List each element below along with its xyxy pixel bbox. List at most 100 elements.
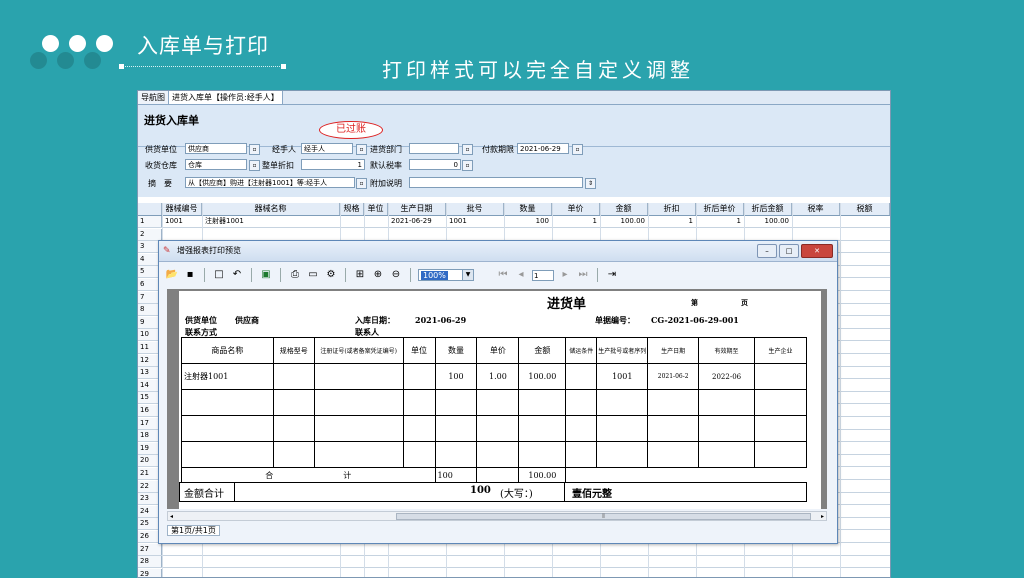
th: 注册证号(或者备案凭证编号) xyxy=(313,337,404,364)
warehouse-field[interactable]: 仓库 xyxy=(185,159,247,170)
last-page-icon[interactable]: ⏭ xyxy=(576,268,590,282)
supplier-value: 供应商 xyxy=(235,315,259,325)
discount-field[interactable]: 1 xyxy=(301,159,365,170)
page-number-input[interactable]: 1 xyxy=(532,269,554,281)
supplier-lookup-icon[interactable]: ▫ xyxy=(249,144,260,155)
status-bar: 第1页/共1页 xyxy=(167,525,220,537)
col-header[interactable]: 金额 xyxy=(600,203,648,215)
page-setup-icon[interactable]: ▭ xyxy=(306,268,320,282)
grid-cell[interactable]: 1 xyxy=(699,216,741,227)
grid-corner xyxy=(138,203,162,215)
col-header[interactable]: 折扣 xyxy=(648,203,696,215)
dept-field[interactable] xyxy=(409,143,459,154)
summary-lookup-icon[interactable]: ▫ xyxy=(356,178,367,189)
printer-icon[interactable]: ⎙ xyxy=(288,268,302,282)
grid-cell[interactable]: 100 xyxy=(507,216,549,227)
note-expand-icon[interactable]: ⇕ xyxy=(585,178,596,189)
col-header[interactable]: 税率 xyxy=(792,203,840,215)
col-header[interactable]: 器械名称 xyxy=(202,203,340,215)
exit-icon[interactable]: ⇥ xyxy=(605,268,619,282)
handler-lookup-icon[interactable]: ▫ xyxy=(356,144,367,155)
scroll-left-icon[interactable]: ◂ xyxy=(170,512,173,521)
export-excel-icon[interactable]: ▣ xyxy=(259,268,273,282)
amount-sum-box: 金额合计 100 (大写：) 壹佰元整 xyxy=(179,482,807,502)
title-underline xyxy=(119,64,286,69)
zoom-in-icon[interactable]: ⊕ xyxy=(371,268,385,282)
td xyxy=(565,363,598,390)
undo-icon[interactable]: ↶ xyxy=(230,268,244,282)
grid-cell[interactable]: 1001 xyxy=(449,216,501,227)
dept-lookup-icon[interactable]: ▫ xyxy=(462,144,473,155)
scroll-thumb[interactable]: ⦀ xyxy=(396,513,811,520)
td xyxy=(272,363,315,390)
grid-cell[interactable] xyxy=(843,216,887,227)
col-header[interactable]: 单价 xyxy=(552,203,600,215)
save-icon[interactable]: ▪ xyxy=(183,268,197,282)
maximize-button[interactable]: □ xyxy=(779,244,799,258)
note-field[interactable] xyxy=(409,177,583,188)
table-row[interactable]: 1 1001 注射器1001 2021-06-29 1001 100 1 100.00 1 1 10… xyxy=(138,216,890,228)
handler-label: 经手人 xyxy=(272,145,296,154)
dialog-titlebar: ✎ 增强报表打印预览 – □ ✕ xyxy=(159,241,837,262)
col-header[interactable]: 税额 xyxy=(840,203,890,215)
tab-purchase-receipt[interactable]: 进货入库单【操作员:经手人】 xyxy=(169,91,283,104)
col-header[interactable]: 折后单价 xyxy=(696,203,744,215)
tax-spinner-icon[interactable]: ▫ xyxy=(462,160,473,171)
first-page-icon[interactable]: ⏮ xyxy=(496,268,510,282)
grid-cell[interactable]: 100.00 xyxy=(603,216,646,227)
grid-cell[interactable]: 1 xyxy=(651,216,693,227)
scroll-right-icon[interactable]: ▸ xyxy=(821,512,824,521)
close-button[interactable]: ✕ xyxy=(801,244,833,258)
col-header[interactable]: 折后金额 xyxy=(744,203,792,215)
td xyxy=(402,363,436,390)
amount-sum-value: 100 xyxy=(470,485,491,496)
table-row[interactable]: 27 xyxy=(138,543,890,556)
grid-cell[interactable] xyxy=(343,216,361,227)
table-row xyxy=(181,415,807,442)
warehouse-lookup-icon[interactable]: ▫ xyxy=(249,160,260,171)
handler-field[interactable]: 经手人 xyxy=(301,143,353,154)
table-header-row: 商品名称 规格型号 注册证号(或者备案凭证编号) 单位 数量 单价 金额 储运条… xyxy=(181,337,807,364)
payment-date-field[interactable]: 2021-06-29 xyxy=(517,143,569,154)
grid-cell[interactable]: 2021-06-29 xyxy=(391,216,443,227)
fit-page-icon[interactable]: ⊞ xyxy=(353,268,367,282)
prev-page-icon[interactable]: ◂ xyxy=(514,268,528,282)
preview-toolbar: 📂 ▪ □ ↶ ▣ ⎙ ▭ ⚙ ⊞ ⊕ ⊖ 100% ▼ ⏮ ◂ 1 ▸ ⏭ ⇥ xyxy=(165,265,619,285)
zoom-out-icon[interactable]: ⊖ xyxy=(389,268,403,282)
calendar-icon[interactable]: ▫ xyxy=(572,144,583,155)
th: 生产批号或者序列 xyxy=(596,337,649,364)
zoom-select[interactable]: 100% ▼ xyxy=(418,269,474,281)
col-header[interactable]: 单位 xyxy=(364,203,388,215)
col-header[interactable]: 器械编号 xyxy=(162,203,202,215)
next-page-icon[interactable]: ▸ xyxy=(558,268,572,282)
grid-cell[interactable] xyxy=(795,216,837,227)
window-controls: – □ ✕ xyxy=(757,244,833,258)
summary-field[interactable]: 从【供应商】购进【注射器1001】等:经手人 xyxy=(185,177,355,188)
slide-subtitle: 打印样式可以完全自定义调整 xyxy=(382,58,694,82)
tax-field[interactable]: 0 xyxy=(409,159,461,170)
col-header[interactable]: 规格 xyxy=(340,203,364,215)
grid-cell[interactable]: 注射器1001 xyxy=(205,216,337,227)
capital-label: (大写：) xyxy=(500,489,533,500)
col-header[interactable]: 数量 xyxy=(504,203,552,215)
horizontal-scrollbar[interactable]: ◂ ⦀ ▸ xyxy=(167,511,827,521)
page-suffix: 页 xyxy=(741,298,748,307)
table-row xyxy=(181,441,807,468)
minimize-button[interactable]: – xyxy=(757,244,777,258)
grid-cell[interactable]: 100.00 xyxy=(747,216,790,227)
grid-cell[interactable] xyxy=(367,216,385,227)
table-row[interactable]: 28 xyxy=(138,556,890,569)
table-row[interactable]: 29 xyxy=(138,568,890,577)
tab-navigation[interactable]: 导航图 xyxy=(138,91,169,104)
grid-cell[interactable]: 1001 xyxy=(165,216,199,227)
grid-cell[interactable]: 1 xyxy=(555,216,597,227)
col-header[interactable]: 批号 xyxy=(446,203,504,215)
grid-line xyxy=(840,203,841,577)
settings-icon[interactable]: ⚙ xyxy=(324,268,338,282)
report-title: 进货单 xyxy=(547,297,587,312)
open-folder-icon[interactable]: 📂 xyxy=(165,268,179,282)
supplier-field[interactable]: 供应商 xyxy=(185,143,247,154)
new-page-icon[interactable]: □ xyxy=(212,268,226,282)
col-header[interactable]: 生产日期 xyxy=(388,203,446,215)
table-row[interactable]: 2 xyxy=(138,228,890,241)
